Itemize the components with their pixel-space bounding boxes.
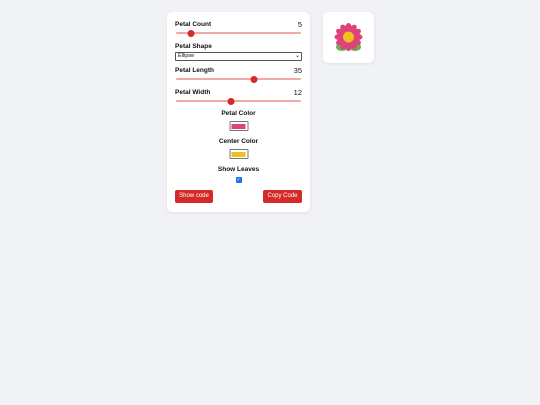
petal-count-slider[interactable] — [176, 29, 301, 37]
petal-width-slider[interactable] — [176, 97, 301, 105]
flower-preview — [323, 12, 374, 63]
center-color-label: Center Color — [218, 138, 259, 145]
petal-color-swatch — [231, 123, 246, 129]
petal-shape-select[interactable]: Ellipse ⌄ — [175, 52, 302, 61]
copy-code-button[interactable]: Copy Code — [263, 190, 302, 203]
center-color-control: Center Color — [175, 138, 302, 162]
controls-panel: Petal Count 5 Petal Shape Ellipse ⌄ Peta… — [167, 12, 310, 212]
show-leaves-label: Show Leaves — [217, 166, 260, 173]
petal-count-control: Petal Count 5 — [175, 20, 302, 37]
center-color-picker[interactable] — [229, 149, 248, 159]
petal-width-label: Petal Width — [175, 89, 211, 96]
petal-length-slider-thumb[interactable] — [250, 75, 257, 83]
petal-width-value: 12 — [293, 88, 302, 97]
petal-shape-selected: Ellipse — [178, 53, 195, 59]
chevron-down-icon: ⌄ — [294, 53, 300, 59]
center-color-swatch — [231, 151, 246, 157]
checkmark-icon: ✓ — [236, 177, 241, 183]
show-code-button[interactable]: Show code — [175, 190, 213, 203]
petal-count-value: 5 — [297, 20, 302, 29]
petal-width-control: Petal Width 12 — [175, 88, 302, 105]
petal-width-slider-thumb[interactable] — [227, 97, 235, 105]
petal-count-slider-thumb[interactable] — [187, 29, 195, 37]
petal-color-control: Petal Color — [175, 110, 302, 134]
flower-center — [343, 31, 354, 43]
petal-shape-control: Petal Shape Ellipse ⌄ — [175, 42, 302, 62]
petal-color-picker[interactable] — [229, 121, 248, 131]
petal-length-value: 35 — [293, 66, 302, 75]
flower-image — [334, 23, 363, 51]
petal-count-label: Petal Count — [175, 21, 212, 28]
petal-color-label: Petal Color — [221, 110, 256, 117]
petal-length-control: Petal Length 35 — [175, 66, 302, 83]
petal-length-label: Petal Length — [175, 67, 215, 74]
petal-shape-label: Petal Shape — [175, 43, 212, 50]
show-leaves-checkbox[interactable]: ✓ — [235, 177, 242, 183]
petal-length-slider[interactable] — [176, 75, 301, 83]
show-leaves-control: Show Leaves ✓ — [175, 166, 302, 186]
